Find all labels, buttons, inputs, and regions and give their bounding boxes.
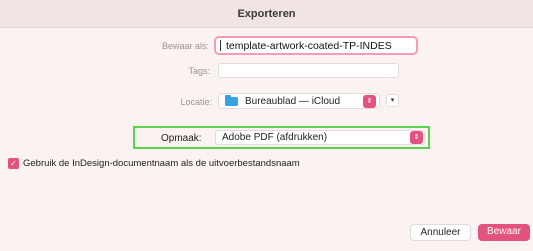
chevron-down-icon: ▾ — [390, 97, 395, 104]
format-value: Adobe PDF (afdrukken) — [222, 132, 328, 143]
checkbox[interactable]: ✓ — [8, 158, 19, 169]
format-select[interactable]: Adobe PDF (afdrukken) ⇕ — [215, 130, 425, 145]
format-label: Opmaak: — [161, 133, 202, 144]
folder-icon — [225, 95, 238, 106]
location-value: Bureaublad — iCloud — [245, 96, 341, 107]
location-select[interactable]: Bureaublad — iCloud ⇕ — [218, 93, 380, 109]
save-as-label: Bewaar als: — [161, 41, 209, 51]
up-down-chevron-icon: ⇕ — [363, 95, 376, 108]
tags-label: Tags: — [188, 66, 210, 76]
text-caret — [220, 40, 221, 51]
location-label: Locatie: — [180, 97, 212, 107]
save-as-value: template-artwork-coated-TP-INDES — [226, 40, 392, 52]
tags-input[interactable] — [218, 63, 399, 78]
format-row: Opmaak: Adobe PDF (afdrukken) ⇕ — [133, 126, 430, 149]
checkbox-label: Gebruik de InDesign-documentnaam als de … — [23, 158, 300, 169]
checkmark-icon: ✓ — [10, 159, 17, 168]
up-down-chevron-icon: ⇕ — [410, 131, 423, 144]
save-as-input[interactable]: template-artwork-coated-TP-INDES — [214, 36, 418, 55]
dialog-titlebar: Exporteren — [0, 0, 533, 28]
cancel-button[interactable]: Annuleer — [410, 224, 471, 241]
expand-dialog-button[interactable]: ▾ — [386, 94, 399, 107]
dialog-title: Exporteren — [237, 8, 296, 20]
save-button[interactable]: Bewaar — [478, 224, 530, 241]
